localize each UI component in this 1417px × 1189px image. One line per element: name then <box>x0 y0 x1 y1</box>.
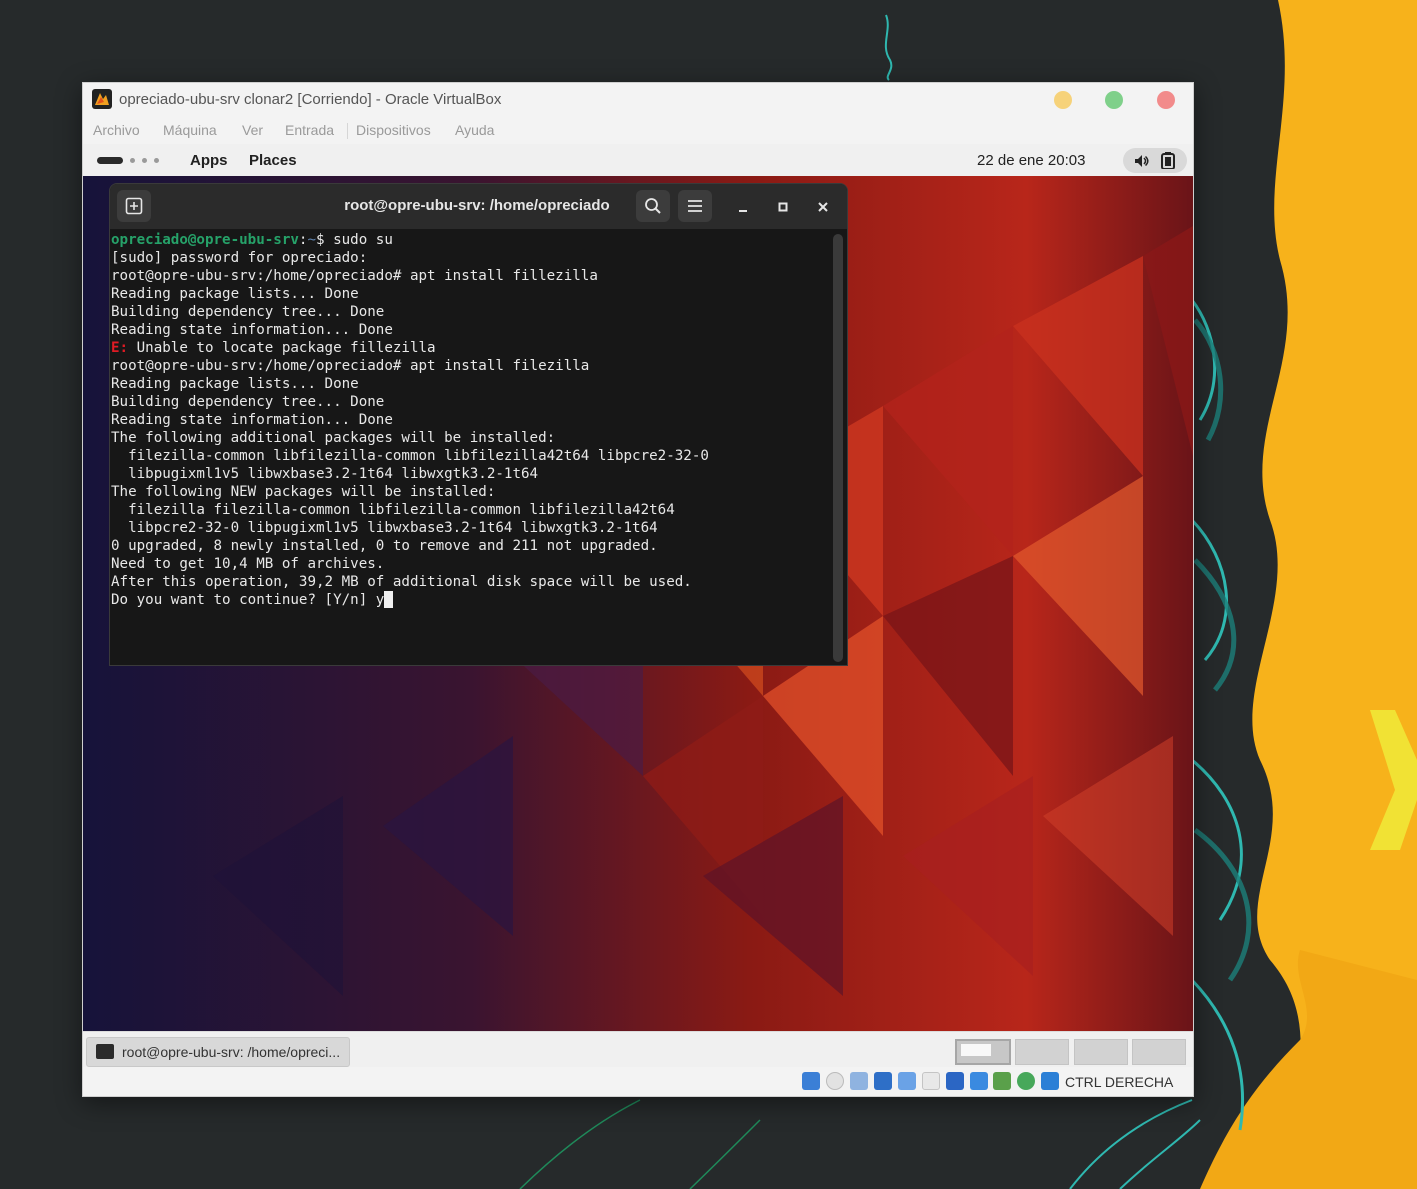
terminal-line: Building dependency tree... Done <box>111 304 385 320</box>
text-cursor <box>384 591 394 608</box>
places-menu[interactable]: Places <box>249 152 297 169</box>
workspace-window-thumb <box>961 1044 991 1056</box>
hard-disk-icon[interactable] <box>802 1072 820 1090</box>
taskbar-window-label: root@opre-ubu-srv: /home/opreci... <box>122 1044 341 1060</box>
prompt-user: opreciado@opre-ubu-srv <box>111 232 299 248</box>
new-tab-button[interactable] <box>117 190 151 222</box>
menu-entrada[interactable]: Entrada <box>285 122 334 138</box>
maximize-button[interactable] <box>1105 91 1123 109</box>
terminal-title: root@opre-ubu-srv: /home/opreciado <box>344 197 610 214</box>
vbox-menubar: Archivo Máquina Ver Entrada Dispositivos… <box>83 116 1193 144</box>
terminal-line: Reading state information... Done <box>111 322 393 338</box>
battery-icon <box>1161 152 1175 169</box>
network-icon[interactable] <box>874 1072 892 1090</box>
workspace-switcher-1[interactable] <box>955 1039 1011 1065</box>
terminal-line: Reading package lists... Done <box>111 286 359 302</box>
guest-display[interactable]: Apps Places 22 de ene 20:03 root@opre-ub… <box>83 144 1193 1031</box>
minimize-button[interactable] <box>1054 91 1072 109</box>
terminal-line: filezilla filezilla-common libfilezilla-… <box>111 502 675 518</box>
hamburger-menu-icon <box>688 200 702 212</box>
maximize-icon[interactable] <box>772 196 794 218</box>
minimize-icon[interactable] <box>732 196 754 218</box>
system-status-menu[interactable] <box>1123 148 1187 173</box>
shared-folders-icon[interactable] <box>922 1072 940 1090</box>
search-button[interactable] <box>636 190 670 222</box>
terminal-line: Do you want to continue? [Y/n] y <box>111 591 394 609</box>
gnome-top-bar: Apps Places 22 de ene 20:03 <box>83 144 1193 176</box>
workspace-dot[interactable] <box>142 158 147 163</box>
search-icon <box>645 198 661 214</box>
terminal-line: [sudo] password for opreciado: <box>111 250 368 266</box>
vbox-titlebar[interactable]: opreciado-ubu-srv clonar2 [Corriendo] - … <box>83 83 1193 116</box>
optical-drive-icon[interactable] <box>826 1072 844 1090</box>
terminal-icon <box>96 1044 114 1059</box>
terminal-line: E: Unable to locate package fillezilla <box>111 339 436 357</box>
guest-taskbar: root@opre-ubu-srv: /home/opreci... <box>83 1031 1193 1068</box>
workspace-switcher-2[interactable] <box>1015 1039 1069 1065</box>
terminal-headerbar[interactable]: root@opre-ubu-srv: /home/opreciado <box>110 184 847 229</box>
prompt-path: ~ <box>307 232 317 248</box>
terminal-line: 0 upgraded, 8 newly installed, 0 to remo… <box>111 538 658 554</box>
keyboard-capture-icon[interactable] <box>1041 1072 1059 1090</box>
close-button[interactable] <box>1157 91 1175 109</box>
mouse-integration-icon[interactable] <box>1017 1072 1035 1090</box>
video-capture-icon[interactable] <box>970 1072 988 1090</box>
menu-ver[interactable]: Ver <box>242 122 263 138</box>
continue-prompt: Do you want to continue? [Y/n] y <box>111 592 385 608</box>
display-icon[interactable] <box>946 1072 964 1090</box>
terminal-line: Building dependency tree... Done <box>111 394 385 410</box>
workspace-dot[interactable] <box>154 158 159 163</box>
workspace-switcher-3[interactable] <box>1074 1039 1128 1065</box>
usb-icon[interactable] <box>898 1072 916 1090</box>
menu-maquina[interactable]: Máquina <box>163 122 217 138</box>
error-prefix: E: <box>111 340 129 356</box>
audio-icon[interactable] <box>850 1072 868 1090</box>
terminal-line: filezilla-common libfilezilla-common lib… <box>111 448 709 464</box>
terminal-line: root@opre-ubu-srv:/home/opreciado# apt i… <box>111 358 590 374</box>
menu-ayuda[interactable]: Ayuda <box>455 122 494 138</box>
prompt-command: $ sudo su <box>316 232 393 248</box>
terminal-line: root@opre-ubu-srv:/home/opreciado# apt i… <box>111 268 598 284</box>
main-menu-button[interactable] <box>678 190 712 222</box>
clock[interactable]: 22 de ene 20:03 <box>977 152 1085 169</box>
terminal-line: Reading state information... Done <box>111 412 393 428</box>
terminal-line: Reading package lists... Done <box>111 376 359 392</box>
terminal-line: The following NEW packages will be insta… <box>111 484 496 500</box>
volume-icon <box>1135 155 1149 167</box>
guest-additions-icon[interactable] <box>993 1072 1011 1090</box>
terminal-line: Need to get 10,4 MB of archives. <box>111 556 385 572</box>
new-tab-icon <box>125 197 143 215</box>
menu-archivo[interactable]: Archivo <box>93 122 140 138</box>
terminal-line: After this operation, 39,2 MB of additio… <box>111 574 692 590</box>
apps-menu[interactable]: Apps <box>190 152 228 169</box>
menu-dispositivos[interactable]: Dispositivos <box>356 122 431 138</box>
terminal-line: The following additional packages will b… <box>111 430 556 446</box>
virtualbox-window: opreciado-ubu-srv clonar2 [Corriendo] - … <box>82 82 1194 1097</box>
workspace-switcher-4[interactable] <box>1132 1039 1186 1065</box>
terminal-line: libpcre2-32-0 libpugixml1v5 libwxbase3.2… <box>111 520 658 536</box>
vbox-statusbar: CTRL DERECHA <box>83 1067 1193 1096</box>
terminal-line: libpugixml1v5 libwxbase3.2-1t64 libwxgtk… <box>111 466 539 482</box>
menu-divider <box>347 123 348 139</box>
terminal-output[interactable]: opreciado@opre-ubu-srv:~$ sudo su [sudo]… <box>111 230 831 665</box>
close-icon[interactable] <box>812 196 834 218</box>
terminal-line: opreciado@opre-ubu-srv:~$ sudo su <box>111 231 393 249</box>
vbox-window-title: opreciado-ubu-srv clonar2 [Corriendo] - … <box>119 91 502 108</box>
error-message: Unable to locate package fillezilla <box>128 340 436 356</box>
virtualbox-vm-icon <box>92 89 112 109</box>
taskbar-window-button[interactable]: root@opre-ubu-srv: /home/opreci... <box>86 1037 350 1067</box>
terminal-window: root@opre-ubu-srv: /home/opreciado oprec… <box>109 183 848 666</box>
workspace-dot[interactable] <box>130 158 135 163</box>
terminal-scrollbar[interactable] <box>833 234 843 662</box>
workspace-indicator-active[interactable] <box>97 157 123 164</box>
host-key-label: CTRL DERECHA <box>1065 1074 1174 1090</box>
